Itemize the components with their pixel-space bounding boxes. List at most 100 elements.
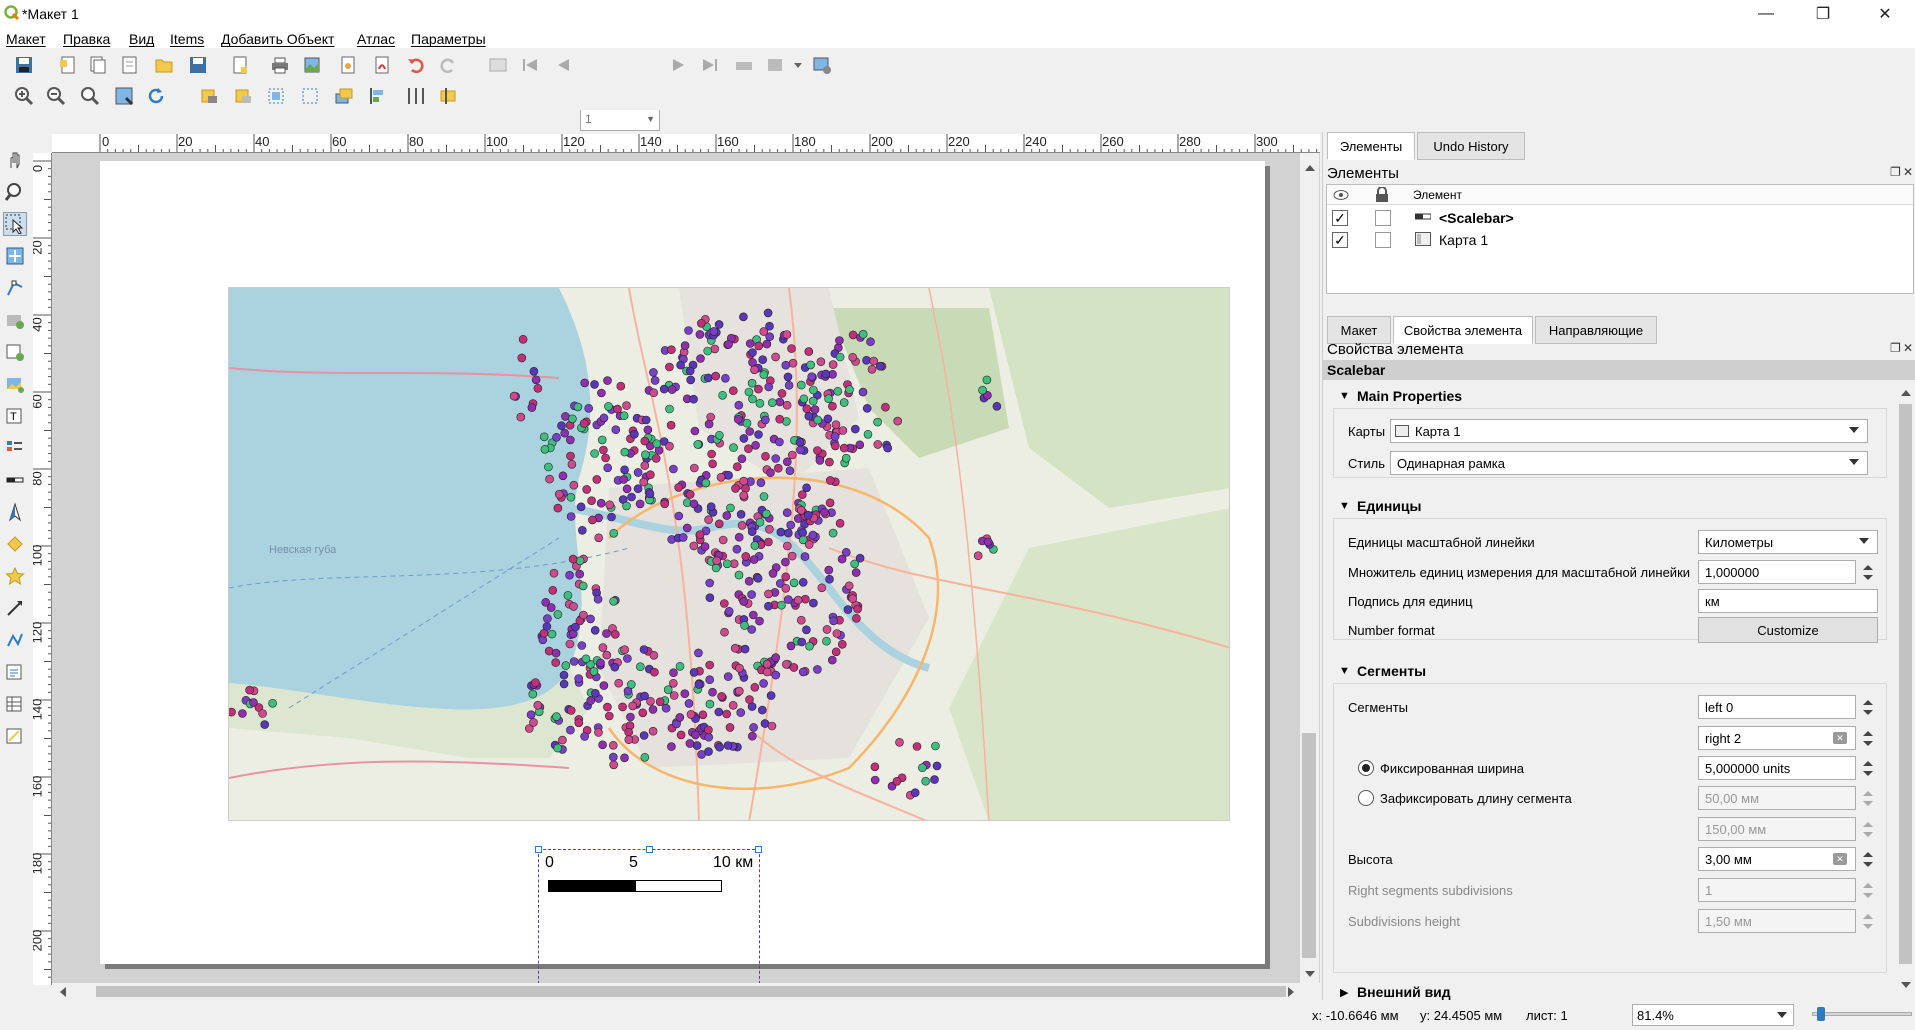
scroll-thumb[interactable] <box>1302 733 1316 958</box>
scroll-up-icon[interactable] <box>1901 390 1911 396</box>
menu-atlas[interactable]: Атлас <box>357 31 395 47</box>
menu-items[interactable]: Items <box>170 31 204 47</box>
add-3d-map-icon[interactable] <box>3 308 27 332</box>
menu-add-item[interactable]: Добавить Объект <box>221 31 334 47</box>
zoom-actual-icon[interactable] <box>78 84 102 108</box>
open-template-icon[interactable] <box>152 53 176 77</box>
section-appearance[interactable]: Внешний вид <box>1357 984 1451 1000</box>
units-select[interactable]: Километры <box>1698 530 1878 554</box>
export-pdf-icon[interactable] <box>370 53 394 77</box>
tab-layout[interactable]: Макет <box>1327 316 1391 344</box>
style-select[interactable]: Одинарная рамка <box>1390 451 1868 475</box>
print-atlas-icon[interactable] <box>732 53 756 77</box>
zoom-slider-thumb[interactable] <box>1817 1007 1825 1021</box>
unit-label-input[interactable]: км <box>1698 589 1878 613</box>
spin-arrows-icon[interactable] <box>1859 561 1877 585</box>
select-tool-icon[interactable] <box>3 212 27 236</box>
save-layout-icon[interactable] <box>12 53 36 77</box>
add-marker-icon[interactable] <box>3 564 27 588</box>
layout-page[interactable]: Невская губа 0 5 10 км <box>100 161 1265 985</box>
expand-icon[interactable]: ▶ <box>1340 986 1348 999</box>
fixed-length-radio[interactable] <box>1358 790 1374 806</box>
scroll-right-icon[interactable] <box>1288 987 1294 997</box>
selection-handle[interactable] <box>646 846 653 853</box>
max-length-spinbox[interactable]: 150,00 мм <box>1698 817 1873 841</box>
add-label-icon[interactable]: T <box>3 404 27 428</box>
item-visible-checkbox[interactable]: ✓ <box>1332 232 1348 248</box>
item-lock-checkbox[interactable] <box>1375 210 1391 226</box>
spin-arrows-icon[interactable] <box>1859 879 1877 903</box>
section-units[interactable]: Единицы <box>1357 498 1421 514</box>
item-visible-checkbox[interactable]: ✓ <box>1332 210 1348 226</box>
properties-scrollbar[interactable] <box>1897 382 1914 996</box>
menu-layout[interactable]: Макет <box>6 31 46 47</box>
menu-settings[interactable]: Параметры <box>411 31 486 47</box>
align-left-icon[interactable] <box>366 84 390 108</box>
scalebar-item[interactable]: 0 5 10 км <box>535 846 762 985</box>
next-feature-icon[interactable] <box>666 53 690 77</box>
print-icon[interactable] <box>268 53 292 77</box>
close-panel-icon[interactable]: ✕ <box>1903 342 1915 354</box>
export-image-icon[interactable] <box>300 53 324 77</box>
collapse-icon[interactable]: ▼ <box>1339 665 1350 677</box>
spin-arrows-icon[interactable] <box>1859 727 1877 751</box>
tab-items[interactable]: Элементы <box>1327 132 1415 160</box>
scroll-thumb[interactable] <box>1899 404 1912 964</box>
spin-arrows-icon[interactable] <box>1859 910 1877 934</box>
list-item[interactable]: ✓ Карта 1 <box>1327 229 1913 251</box>
minimize-button[interactable]: — <box>1743 0 1789 28</box>
atlas-preview-icon[interactable] <box>486 53 510 77</box>
atlas-settings-icon[interactable] <box>810 53 834 77</box>
fixed-width-radio[interactable] <box>1358 760 1374 776</box>
float-panel-icon[interactable]: ❐ <box>1890 342 1902 354</box>
spin-arrows-icon[interactable] <box>1859 848 1877 872</box>
add-attribute-table-icon[interactable] <box>3 692 27 716</box>
export-atlas-dropdown-icon[interactable] <box>786 53 810 77</box>
group-items-icon[interactable] <box>264 84 288 108</box>
add-fixed-table-icon[interactable] <box>3 724 27 748</box>
selection-handle[interactable] <box>755 846 762 853</box>
redo-icon[interactable] <box>436 53 460 77</box>
right-segments-spinbox[interactable]: right 2 ✕ <box>1698 726 1873 750</box>
layout-canvas[interactable]: Невская губа 0 5 10 км <box>52 153 1320 985</box>
selection-handle[interactable] <box>535 846 542 853</box>
zoom-tool-icon[interactable] <box>3 180 27 204</box>
add-arrow-icon[interactable] <box>3 596 27 620</box>
fixed-length-spinbox[interactable]: 50,00 мм <box>1698 786 1873 810</box>
duplicate-layout-icon[interactable] <box>86 53 110 77</box>
list-item[interactable]: ✓ <Scalebar> <box>1327 207 1913 229</box>
spin-arrows-icon[interactable] <box>1859 757 1877 781</box>
right-subdivisions-spinbox[interactable]: 1 <box>1698 878 1873 902</box>
undo-icon[interactable] <box>404 53 428 77</box>
add-html-icon[interactable] <box>3 660 27 684</box>
spin-arrows-icon[interactable] <box>1859 818 1877 842</box>
scroll-down-icon[interactable] <box>1901 982 1911 988</box>
zoom-out-icon[interactable] <box>44 84 68 108</box>
zoom-select[interactable]: 81.4% <box>1632 1004 1794 1026</box>
menu-edit[interactable]: Правка <box>63 31 110 47</box>
first-feature-icon[interactable] <box>518 53 542 77</box>
add-picture-icon[interactable] <box>3 372 27 396</box>
items-list[interactable]: Элемент ✓ <Scalebar> ✓ Карта 1 <box>1326 184 1914 294</box>
left-segments-spinbox[interactable]: left 0 <box>1698 695 1873 719</box>
section-main-properties[interactable]: Main Properties <box>1357 388 1462 404</box>
zoom-in-icon[interactable] <box>12 84 36 108</box>
height-spinbox[interactable]: 3,00 мм ✕ <box>1698 847 1873 871</box>
pan-tool-icon[interactable] <box>3 148 27 172</box>
distribute-icon[interactable] <box>404 84 428 108</box>
customize-button[interactable]: Customize <box>1698 617 1878 643</box>
add-north-arrow-icon[interactable] <box>3 500 27 524</box>
close-button[interactable]: ✕ <box>1862 0 1908 28</box>
last-feature-icon[interactable] <box>698 53 722 77</box>
unlock-items-icon[interactable] <box>232 84 256 108</box>
map-select[interactable]: Карта 1 <box>1390 419 1868 443</box>
spin-arrows-icon[interactable] <box>1859 787 1877 811</box>
clear-icon[interactable]: ✕ <box>1833 853 1847 865</box>
close-panel-icon[interactable]: ✕ <box>1903 166 1915 178</box>
export-svg-icon[interactable] <box>336 53 360 77</box>
edit-nodes-icon[interactable] <box>3 276 27 300</box>
collapse-icon[interactable]: ▼ <box>1339 390 1350 402</box>
scroll-up-icon[interactable] <box>1305 165 1315 171</box>
tab-item-properties[interactable]: Свойства элемента <box>1393 316 1533 344</box>
ungroup-items-icon[interactable] <box>298 84 322 108</box>
